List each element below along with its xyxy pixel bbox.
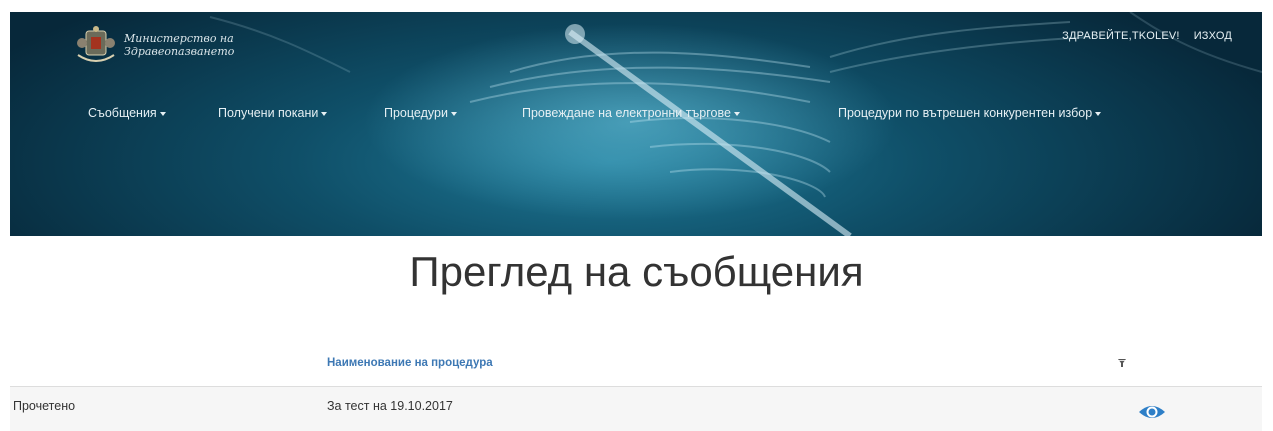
greeting-link[interactable]: ЗДРАВЕЙТЕ,TKOLEV!	[1062, 30, 1180, 42]
nav-item-label: Процедури по вътрешен конкурентен избор	[838, 106, 1093, 120]
logo-text: Министерство на Здравеопазването	[124, 32, 234, 58]
column-header-procedure-name[interactable]: Наименование на процедура	[327, 357, 493, 369]
header-banner: Министерство на Здравеопазването ЗДРАВЕЙ…	[10, 12, 1262, 236]
nav-item-messages[interactable]: Съобщения	[88, 106, 166, 120]
procedure-name: За тест на 19.10.2017	[327, 399, 453, 413]
caret-down-icon	[450, 111, 457, 116]
crest-icon	[77, 26, 115, 62]
filter-icon[interactable]	[1116, 357, 1128, 369]
caret-down-icon	[321, 111, 328, 116]
message-status: Прочетено	[13, 399, 76, 413]
nav-item-label: Получени покани	[218, 106, 319, 120]
nav-item-received-invitations[interactable]: Получени покани	[218, 106, 328, 120]
logout-link[interactable]: ИЗХОД	[1194, 30, 1232, 42]
table-row[interactable]	[10, 387, 1262, 431]
user-menu: ЗДРАВЕЙТЕ,TKOLEV! ИЗХОД	[1062, 30, 1232, 42]
nav-item-label: Процедури	[384, 106, 448, 120]
page-title: Преглед на съобщения	[409, 248, 864, 295]
caret-down-icon	[159, 111, 166, 116]
caret-down-icon	[733, 111, 740, 116]
caret-down-icon	[1095, 111, 1102, 116]
eye-icon[interactable]	[1138, 402, 1166, 422]
nav-item-label: Съобщения	[88, 106, 157, 120]
nav-item-electronic-auctions[interactable]: Провеждане на електронни търгове	[522, 106, 740, 120]
logo-line-1: Министерство на	[124, 32, 234, 45]
ministry-logo[interactable]: Министерство на Здравеопазването	[74, 25, 234, 65]
nav-item-procedures[interactable]: Процедури	[384, 106, 457, 120]
nav-item-label: Провеждане на електронни търгове	[522, 106, 731, 120]
nav-item-internal-competitive-selection[interactable]: Процедури по вътрешен конкурентен избор	[838, 106, 1102, 120]
logo-line-2: Здравеопазването	[124, 45, 235, 58]
